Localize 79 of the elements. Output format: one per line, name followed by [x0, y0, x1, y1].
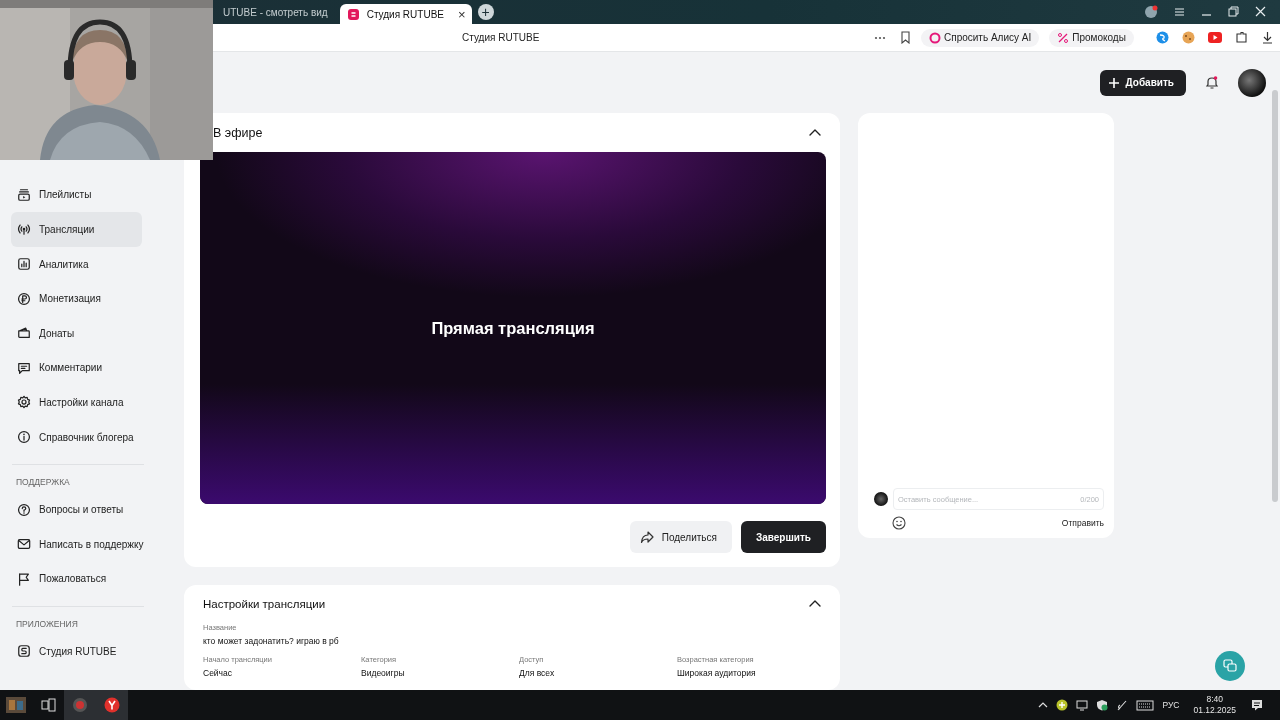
- app-icon: [17, 644, 31, 659]
- field-value: Сейчас: [203, 668, 234, 678]
- browser-tab[interactable]: Студия RUTUBE ×: [339, 4, 472, 24]
- extension-icon[interactable]: [1155, 31, 1169, 44]
- sidebar-item[interactable]: Комментарии: [11, 350, 142, 386]
- coin-icon: [17, 291, 31, 306]
- player-caption: Прямая трансляция: [431, 318, 595, 338]
- notification-icon[interactable]: [1250, 698, 1264, 712]
- percent-icon: [1057, 31, 1070, 44]
- browser-tab[interactable]: UTUBE - смотреть вид: [215, 2, 334, 22]
- restore-icon[interactable]: [1228, 6, 1239, 18]
- ring-icon: [929, 31, 941, 44]
- clock[interactable]: 8:40 01.12.2025: [1193, 693, 1236, 717]
- send-button[interactable]: Отправить: [1061, 518, 1104, 528]
- sidebar-item[interactable]: Монетизация: [11, 281, 142, 316]
- flag-icon: [17, 571, 31, 586]
- page-title: Студия RUTUBE: [462, 32, 541, 43]
- avatar: [874, 492, 888, 506]
- sidebar-item[interactable]: Справочник блогера: [11, 419, 142, 455]
- section-title: Настройки трансляции: [203, 598, 326, 610]
- avatar[interactable]: [1238, 68, 1266, 97]
- browser-icon[interactable]: [104, 697, 120, 713]
- wallet-icon: [17, 326, 31, 341]
- section-heading: ПОДДЕРЖКА: [15, 476, 71, 490]
- gear-icon: [17, 395, 31, 410]
- app-icon: [347, 8, 359, 20]
- promo-button[interactable]: Промокоды: [1049, 28, 1134, 47]
- add-button[interactable]: Добавить: [1099, 69, 1186, 96]
- share-icon: [639, 530, 654, 544]
- keyboard-icon[interactable]: [1136, 698, 1155, 712]
- broadcast-icon: [17, 222, 31, 237]
- field-value: кто может задонатить? играю в рб: [203, 636, 340, 646]
- speech-bubble-icon: [17, 360, 31, 375]
- chevron-icon[interactable]: [1038, 701, 1049, 709]
- sidebar-item[interactable]: Трансляции: [11, 212, 142, 247]
- video-player[interactable]: Прямая трансляция: [200, 152, 826, 504]
- shield-icon[interactable]: [1096, 699, 1109, 711]
- field-value: Видеоигры: [361, 668, 406, 678]
- close-icon[interactable]: [1255, 6, 1266, 18]
- sidebar-item[interactable]: Написать в поддержку: [11, 526, 142, 562]
- chat-icon: [1223, 659, 1237, 673]
- field-value: Для всех: [519, 668, 556, 678]
- info-icon: [17, 430, 31, 445]
- cookie-icon[interactable]: [1181, 31, 1195, 44]
- chart-icon: [17, 257, 31, 272]
- sidebar-item[interactable]: Донаты: [11, 315, 142, 351]
- task-view-icon[interactable]: [40, 698, 56, 712]
- app-icon[interactable]: [6, 695, 26, 715]
- field-value: Широкая аудитория: [677, 668, 757, 678]
- playlist-icon: [17, 187, 31, 202]
- bookmark-icon[interactable]: [900, 31, 911, 44]
- envelope-icon: [17, 537, 31, 552]
- question-icon: [17, 502, 31, 517]
- sidebar-item[interactable]: Студия RUTUBE: [11, 634, 142, 669]
- emoji-icon[interactable]: [892, 516, 906, 530]
- sidebar-item[interactable]: Аналитика: [11, 246, 142, 282]
- pen-icon[interactable]: [1116, 699, 1129, 711]
- status-icon[interactable]: [1056, 699, 1069, 711]
- profile-icon[interactable]: [1144, 5, 1158, 19]
- menu-icon[interactable]: [1174, 6, 1185, 18]
- close-tab-button[interactable]: ×: [458, 6, 466, 22]
- alice-button[interactable]: Спросить Алису AI: [921, 28, 1040, 47]
- sidebar-item[interactable]: Пожаловаться: [11, 561, 142, 597]
- scrollbar[interactable]: [1272, 90, 1278, 502]
- plus-icon: [1107, 76, 1120, 89]
- sidebar-item[interactable]: Плейлисты: [11, 177, 142, 213]
- sidebar-item[interactable]: Вопросы и ответы: [11, 492, 142, 527]
- sidebar-item[interactable]: Настройки канала: [11, 385, 142, 420]
- finish-button[interactable]: Завершить: [740, 521, 826, 553]
- section-heading: ПРИЛОЖЕНИЯ: [15, 618, 79, 632]
- app-icon[interactable]: [72, 697, 88, 713]
- play-icon[interactable]: [1207, 31, 1222, 44]
- language-indicator[interactable]: РУС: [1162, 700, 1180, 710]
- section-title: В эфире: [213, 125, 263, 140]
- download-icon[interactable]: [1260, 31, 1274, 44]
- network-icon[interactable]: [1076, 699, 1089, 711]
- share-button[interactable]: Поделиться: [629, 521, 732, 553]
- bell-icon[interactable]: [1204, 74, 1220, 91]
- new-tab-button[interactable]: +: [477, 4, 494, 20]
